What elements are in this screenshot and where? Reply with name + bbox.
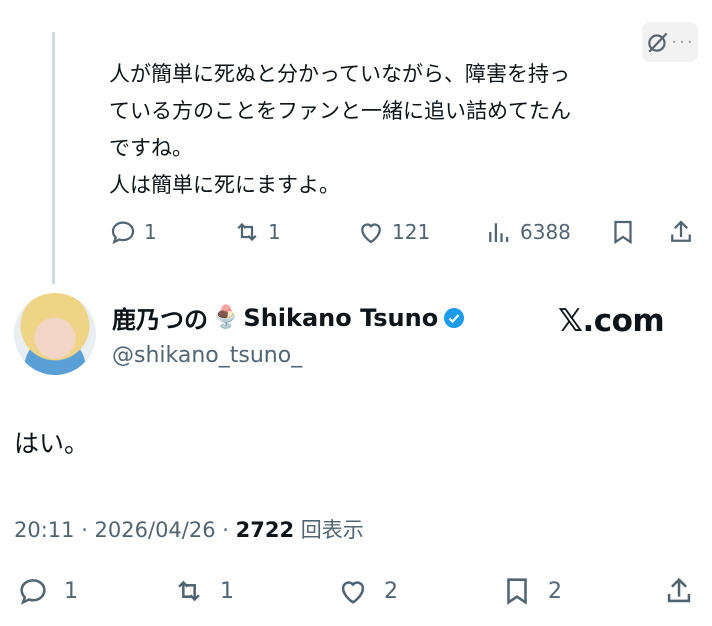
tweet-share-button[interactable] bbox=[662, 574, 696, 608]
like-icon bbox=[341, 581, 365, 604]
tweet-bookmark-button[interactable]: 2 bbox=[500, 574, 562, 608]
tweet-time[interactable]: 20:11 · 2026/04/26 · bbox=[14, 518, 236, 542]
reply-action-bar: 1 1 121 6388 bbox=[108, 212, 698, 252]
views-icon bbox=[489, 223, 509, 242]
tweet-repost-count: 1 bbox=[220, 578, 234, 604]
tweet-views-label: 回表示 bbox=[294, 518, 364, 542]
author-name-suffix[interactable]: Shikano Tsuno bbox=[243, 304, 438, 332]
parfait-emoji-icon: 🍨 bbox=[212, 305, 240, 330]
tweet-action-bar: 1 1 2 2 bbox=[0, 566, 712, 616]
author-name[interactable]: 鹿乃つの bbox=[112, 300, 208, 335]
more-icon[interactable]: ··· bbox=[671, 32, 694, 53]
tweet-views-count: 2722 bbox=[235, 518, 295, 542]
like-button[interactable]: 121 bbox=[356, 217, 430, 247]
source-label: 𝕏.com bbox=[558, 303, 665, 339]
reply-text: 人が簡単に死ぬと分かっていながら、障害を持っ ている方のことをファンと一緒に追い… bbox=[109, 62, 571, 197]
reply-icon bbox=[111, 221, 135, 245]
share-button[interactable] bbox=[666, 217, 696, 247]
tweet-repost-button[interactable]: 1 bbox=[172, 574, 234, 608]
tweet-like-button[interactable]: 2 bbox=[336, 574, 398, 608]
share-icon bbox=[671, 220, 691, 242]
thread-line bbox=[52, 32, 55, 284]
tweet-meta: 20:11 · 2026/04/26 · 2722 回表示 bbox=[14, 514, 364, 544]
reply-button[interactable]: 1 bbox=[108, 217, 157, 247]
avatar[interactable] bbox=[14, 293, 96, 375]
repost-count: 1 bbox=[268, 220, 281, 244]
repost-button[interactable]: 1 bbox=[232, 217, 281, 247]
tweet-reply-count: 1 bbox=[64, 578, 78, 604]
reply-icon bbox=[20, 579, 46, 605]
author-block: 鹿乃つの 🍨 Shikano Tsuno @shikano_tsuno_ bbox=[112, 300, 466, 368]
repost-icon bbox=[237, 222, 257, 242]
repost-icon bbox=[178, 580, 200, 602]
tweet-like-count: 2 bbox=[384, 578, 398, 604]
bookmark-button[interactable] bbox=[608, 217, 638, 247]
bookmark-icon bbox=[507, 578, 527, 605]
like-icon bbox=[361, 223, 381, 244]
tweet-reply-button[interactable]: 1 bbox=[16, 574, 78, 608]
tweet-text: はい。 bbox=[14, 429, 90, 458]
bookmark-icon bbox=[614, 220, 632, 245]
mute-icon bbox=[648, 32, 668, 53]
tweet-bookmark-count: 2 bbox=[548, 578, 562, 604]
like-count: 121 bbox=[392, 220, 431, 244]
share-icon bbox=[667, 577, 691, 603]
views-count: 6388 bbox=[520, 220, 571, 244]
reply-count: 1 bbox=[144, 220, 157, 244]
verified-badge-icon bbox=[444, 307, 465, 328]
views-button[interactable]: 6388 bbox=[484, 217, 571, 247]
author-handle[interactable]: @shikano_tsuno_ bbox=[112, 343, 466, 368]
